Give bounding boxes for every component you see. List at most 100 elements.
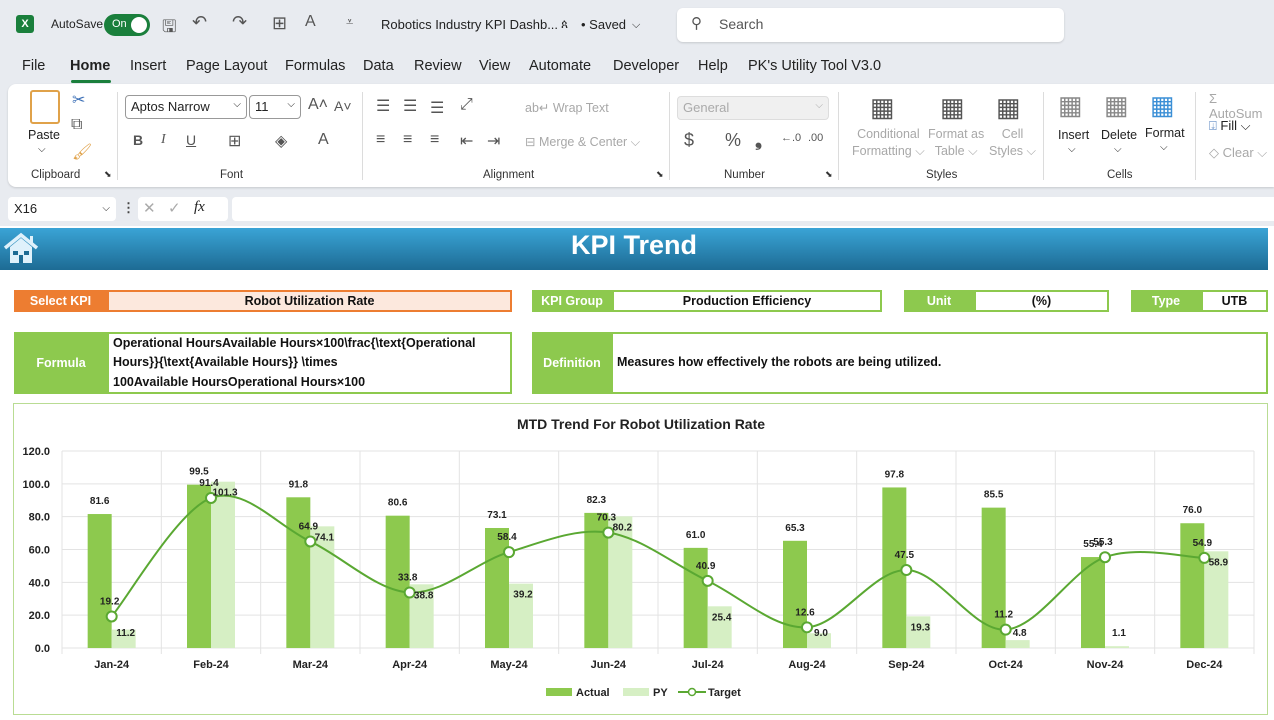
- insert-cells-icon[interactable]: ▦: [1058, 90, 1083, 121]
- redo-icon[interactable]: ↷: [232, 12, 247, 33]
- autosave-toggle[interactable]: On: [104, 14, 150, 36]
- save-icon[interactable]: 🖫: [162, 14, 176, 43]
- format-as-table-button[interactable]: Format as Table ⌵: [928, 126, 984, 160]
- enter-icon[interactable]: ✓: [168, 199, 181, 217]
- merge-center-button[interactable]: ⊟ Merge & Center ⌵: [525, 134, 640, 150]
- conditional-formatting-button[interactable]: Conditional Formatting ⌵: [852, 126, 925, 160]
- insert-button[interactable]: Insert: [1058, 128, 1089, 142]
- delete-button[interactable]: Delete: [1101, 128, 1137, 142]
- clipboard-launcher-icon[interactable]: ⬊: [104, 169, 112, 180]
- paste-dropdown-icon[interactable]: ⌵: [38, 144, 46, 155]
- align-bottom-icon[interactable]: ☰: [430, 98, 444, 118]
- insert-function-button[interactable]: fx: [194, 199, 205, 216]
- target-data-label: 64.9: [299, 521, 319, 532]
- font-size-select[interactable]: 11 ⌵: [249, 95, 301, 119]
- x-tick-label: Oct-24: [989, 659, 1024, 671]
- formula-input[interactable]: [232, 197, 1274, 221]
- wrap-text-button[interactable]: ab↵ Wrap Text: [525, 100, 609, 115]
- italic-button[interactable]: I: [161, 132, 166, 148]
- font-color-icon[interactable]: A: [305, 13, 316, 31]
- autosum-button[interactable]: Σ AutoSum: [1209, 91, 1274, 121]
- align-right-icon[interactable]: ≡: [430, 131, 439, 149]
- py-data-label: 9.0: [814, 628, 828, 639]
- share-people-icon[interactable]: ጰ: [561, 17, 568, 32]
- target-data-label: 58.4: [497, 532, 517, 543]
- py-data-label: 74.1: [315, 532, 335, 543]
- cell-styles-icon[interactable]: ▦: [996, 92, 1021, 123]
- x-tick-label: Jan-24: [94, 659, 130, 671]
- select-kpi-dropdown[interactable]: Robot Utilization Rate: [107, 290, 512, 312]
- more-options-icon[interactable]: ⋮: [122, 200, 135, 216]
- tab-file[interactable]: File: [22, 58, 45, 74]
- number-launcher-icon[interactable]: ⬊: [825, 169, 833, 180]
- target-marker: [1099, 551, 1111, 564]
- formula-label: Formula: [14, 332, 108, 394]
- comma-button[interactable]: ❟: [755, 130, 762, 151]
- clear-button[interactable]: ◇ Clear ⌵: [1209, 145, 1267, 161]
- y-tick-label: 120.0: [22, 446, 50, 458]
- format-button[interactable]: Format: [1145, 126, 1185, 140]
- tab-data[interactable]: Data: [363, 58, 394, 74]
- tab-home[interactable]: Home: [70, 58, 110, 74]
- increase-indent-icon[interactable]: ⇥: [487, 131, 500, 151]
- insert-dropdown-icon[interactable]: ⌵: [1068, 144, 1076, 155]
- increase-decimal-icon[interactable]: ←.0: [781, 132, 801, 144]
- increase-font-icon[interactable]: A˄: [308, 96, 328, 114]
- alignment-launcher-icon[interactable]: ⬊: [656, 169, 664, 180]
- currency-button[interactable]: $: [684, 130, 694, 151]
- tab-developer[interactable]: Developer: [613, 58, 679, 74]
- font-color-button-icon[interactable]: A: [318, 131, 329, 149]
- tab-view[interactable]: View: [479, 58, 510, 74]
- save-status[interactable]: • Saved: [581, 17, 626, 32]
- customize-toolbar-icon[interactable]: ⩡: [346, 14, 353, 30]
- paste-icon[interactable]: [30, 90, 60, 124]
- search-box[interactable]: ⚲ Search: [677, 8, 1064, 42]
- target-marker: [801, 621, 813, 634]
- format-as-table-icon[interactable]: ▦: [940, 92, 965, 123]
- paste-button[interactable]: Paste: [28, 128, 60, 142]
- conditional-formatting-icon[interactable]: ▦: [870, 92, 895, 123]
- align-left-icon[interactable]: ≡: [376, 131, 385, 149]
- tab-insert[interactable]: Insert: [130, 58, 166, 74]
- percent-button[interactable]: %: [725, 130, 741, 151]
- tab-pk-utility[interactable]: PK's Utility Tool V3.0: [748, 58, 881, 74]
- borders-icon[interactable]: ⊞: [272, 13, 287, 34]
- target-data-label: 19.2: [100, 596, 120, 607]
- align-center-icon[interactable]: ≡: [403, 131, 412, 149]
- border-button-icon[interactable]: ⊞: [228, 131, 241, 151]
- format-dropdown-icon[interactable]: ⌵: [1160, 142, 1168, 153]
- cells-group-label: Cells: [1107, 169, 1133, 181]
- cancel-icon[interactable]: ✕: [143, 199, 156, 217]
- name-box[interactable]: X16 ⌵: [8, 197, 116, 221]
- decrease-font-icon[interactable]: A˅: [334, 98, 352, 114]
- align-top-icon[interactable]: ☰: [376, 96, 390, 116]
- cell-styles-button[interactable]: Cell Styles ⌵: [989, 126, 1036, 160]
- number-format-select[interactable]: General ⌵: [677, 96, 829, 120]
- chevron-down-icon[interactable]: ⌵: [632, 19, 640, 32]
- fill-color-icon[interactable]: ◈: [275, 131, 287, 151]
- delete-dropdown-icon[interactable]: ⌵: [1114, 144, 1122, 155]
- format-painter-icon[interactable]: 🖌: [72, 142, 92, 162]
- decrease-indent-icon[interactable]: ⇤: [460, 131, 473, 151]
- tab-page-layout[interactable]: Page Layout: [186, 58, 267, 74]
- format-cells-icon[interactable]: ▦: [1150, 90, 1175, 121]
- orientation-icon[interactable]: ⤢: [460, 96, 473, 114]
- copy-icon[interactable]: ⧉: [71, 116, 82, 134]
- bold-button[interactable]: B: [133, 132, 143, 148]
- fill-button[interactable]: ⍗ Fill ⌵: [1209, 118, 1251, 134]
- decrease-decimal-icon[interactable]: .00: [808, 132, 823, 144]
- cut-icon[interactable]: ✂: [72, 90, 85, 110]
- font-size-value: 11: [255, 99, 269, 114]
- y-tick-label: 80.0: [29, 512, 50, 524]
- tab-formulas[interactable]: Formulas: [285, 58, 345, 74]
- dashboard-title: KPI Trend: [570, 230, 698, 260]
- tab-review[interactable]: Review: [414, 58, 462, 74]
- delete-cells-icon[interactable]: ▦: [1104, 90, 1129, 121]
- align-middle-icon[interactable]: ☰: [403, 96, 417, 116]
- kpi-group-label: KPI Group: [532, 290, 612, 312]
- font-name-select[interactable]: Aptos Narrow ⌵: [125, 95, 247, 119]
- tab-automate[interactable]: Automate: [529, 58, 591, 74]
- undo-icon[interactable]: ↶: [192, 12, 207, 33]
- tab-help[interactable]: Help: [698, 58, 728, 74]
- underline-button[interactable]: U: [186, 132, 196, 148]
